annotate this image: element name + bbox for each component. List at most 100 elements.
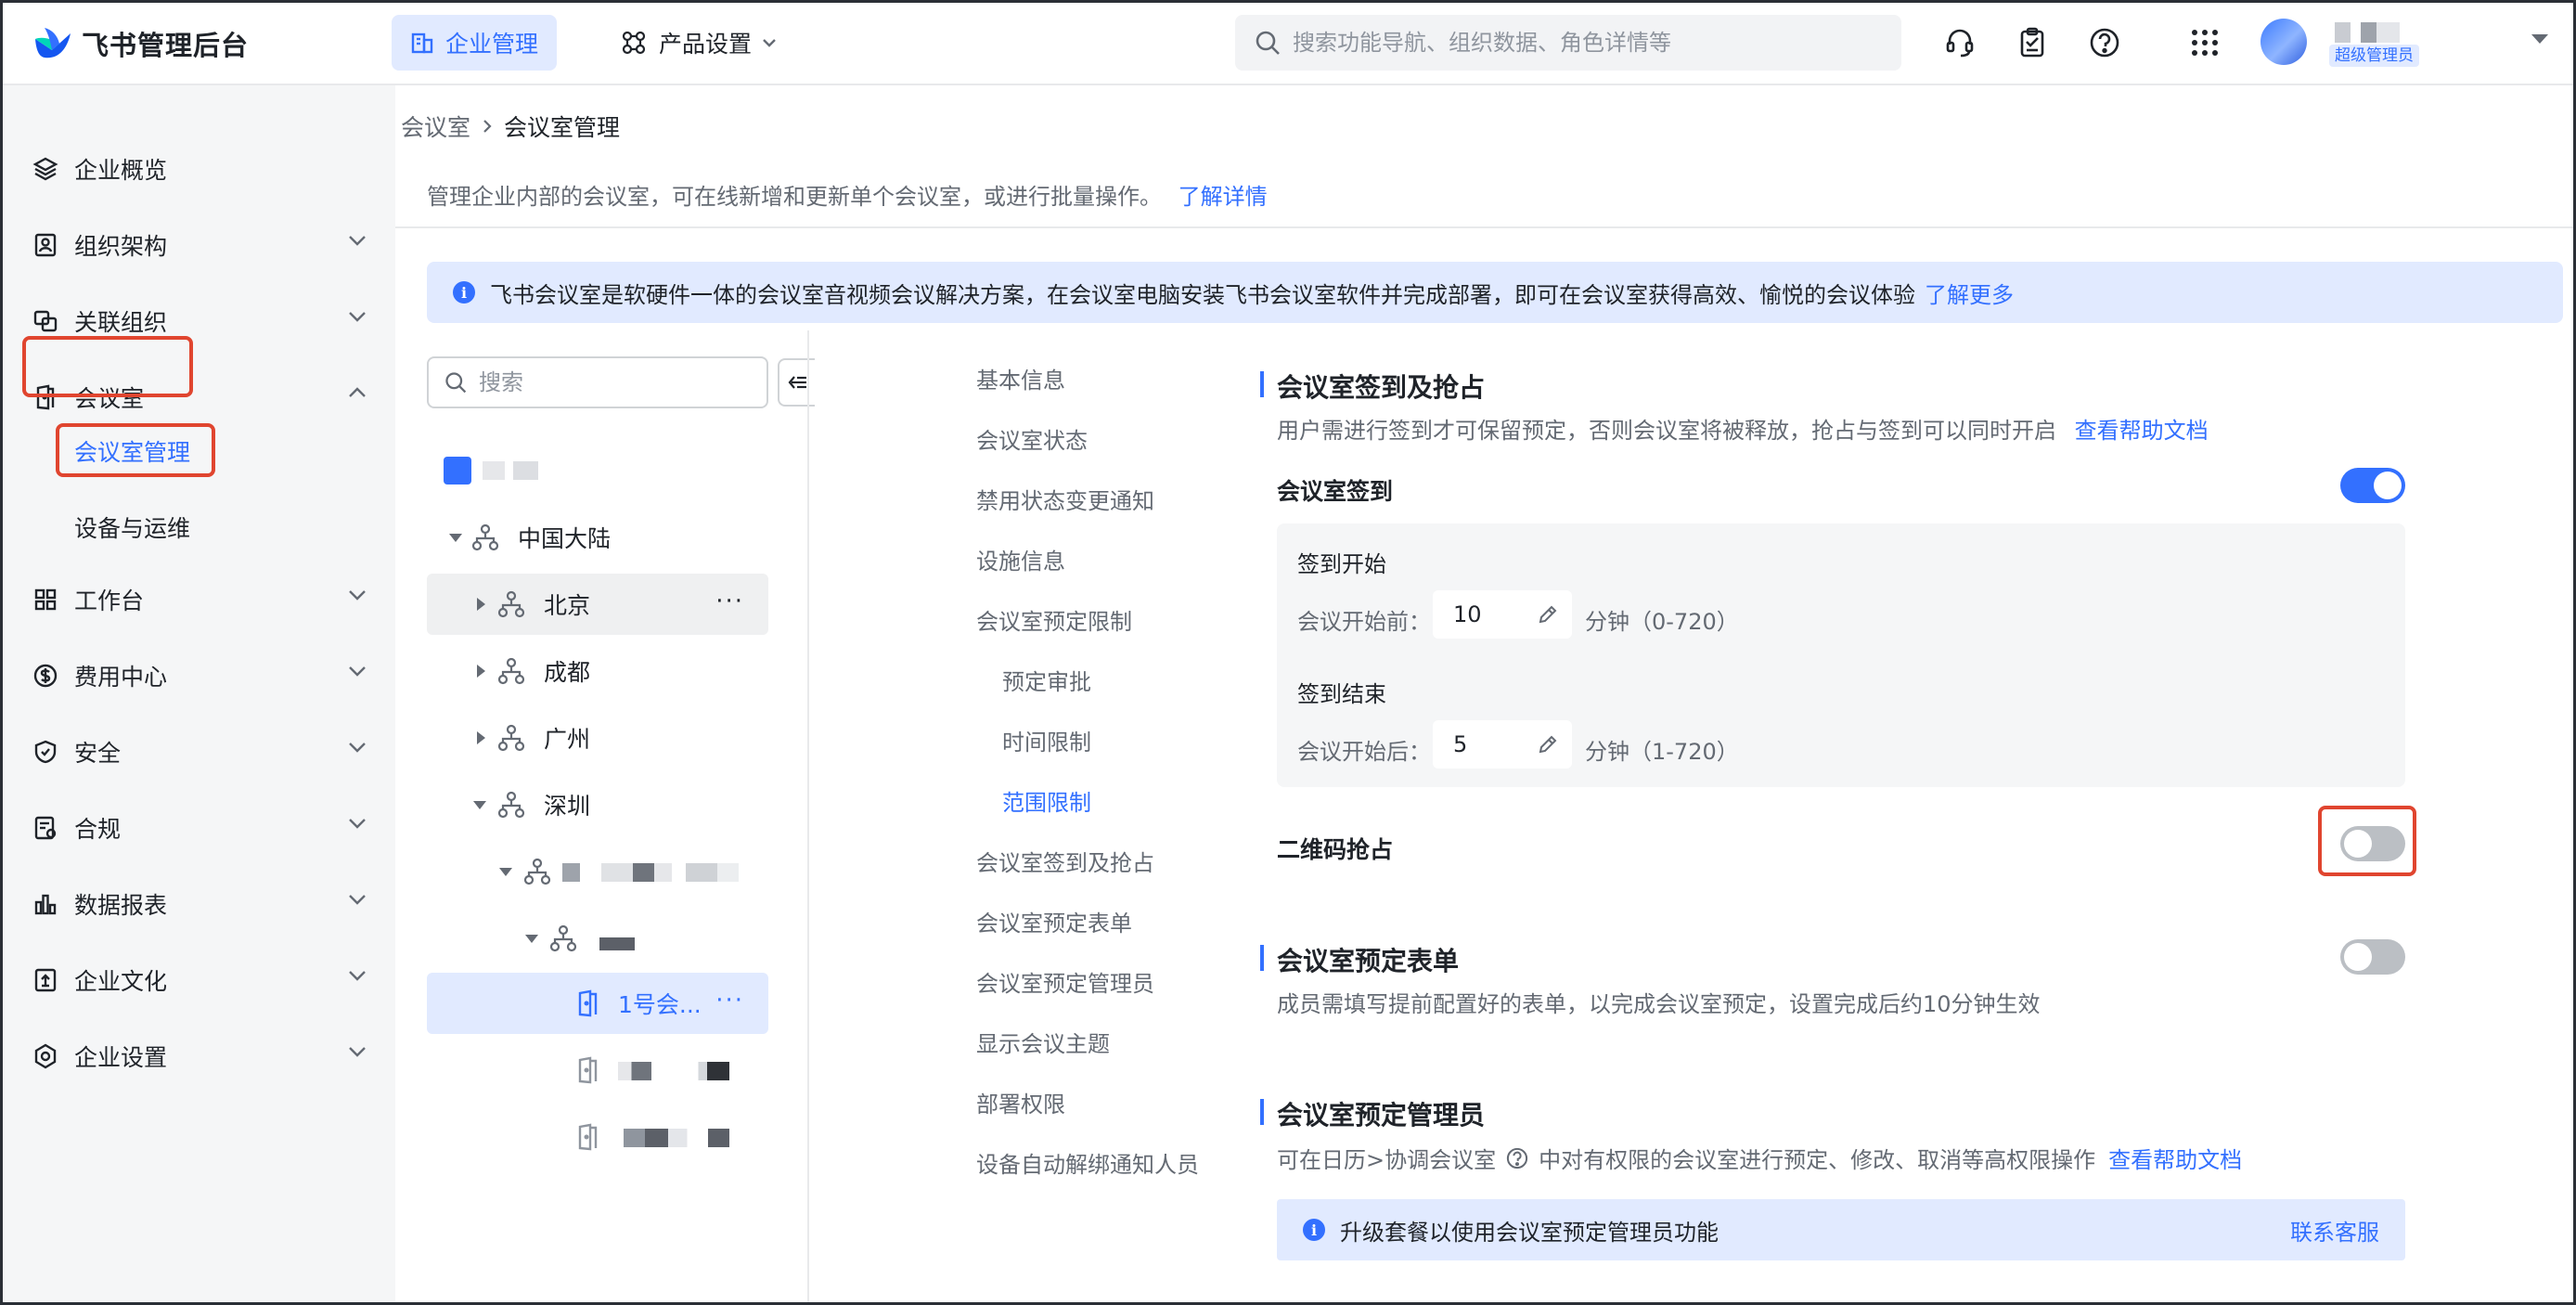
chevron-down-icon [349,666,366,677]
tree-node-redacted-building[interactable] [427,841,768,902]
caret-down-icon[interactable] [2530,32,2550,46]
sidebar-item-organization[interactable]: 组织架构 [28,219,367,271]
tree-node-china[interactable]: 中国大陆 [427,507,768,568]
apps-grid-icon[interactable] [2184,22,2225,63]
global-search[interactable] [1235,15,1901,71]
tab-product-settings[interactable]: 产品设置 [601,15,807,71]
checkin-end-unit: 分钟（1-720） [1585,739,1739,765]
headset-icon[interactable] [1939,22,1980,63]
help-doc-link[interactable]: 查看帮助文档 [2108,1142,2242,1174]
door-icon [578,1123,598,1151]
anchor-checkin[interactable]: 会议室签到及抢占 [976,845,1154,877]
tree-node-room-1[interactable]: 1号会... ··· [427,973,768,1034]
tree-node-room-redacted-2[interactable] [427,1106,768,1168]
anchor-time-limit[interactable]: 时间限制 [1002,724,1091,756]
anchor-booking-limits[interactable]: 会议室预定限制 [976,603,1132,636]
sidebar-item-label: 工作台 [74,588,145,614]
door-icon [578,1056,598,1084]
anchor-basic-info[interactable]: 基本信息 [976,362,1065,394]
learn-more-link[interactable]: 了解更多 [1925,277,2014,309]
tree-node-guangzhou[interactable]: 广州 [427,707,768,769]
settings-icon [32,1042,59,1070]
sidebar-item-compliance[interactable]: 合规 [28,802,367,854]
booking-form-toggle[interactable] [2340,939,2405,975]
sidebar-sub-devices[interactable]: 设备与运维 [74,510,190,544]
sidebar-item-label: 企业概览 [74,157,168,184]
tree-node-label: 成都 [544,659,591,686]
help-icon[interactable] [2084,22,2125,63]
clipboard-icon[interactable] [2012,22,2053,63]
tree-root-org[interactable] [427,440,768,501]
sidebar-item-billing[interactable]: 费用中心 [28,650,367,702]
culture-icon [32,966,59,994]
expand-caret-icon [525,935,538,943]
anchor-show-topic[interactable]: 显示会议主题 [976,1026,1110,1058]
grid-icon [32,586,59,614]
desc-text: 中对有权限的会议室进行预定、修改、取消等高权限操作 [1539,1147,2096,1173]
section-marker [1260,1099,1264,1125]
notice-text: 飞书会议室是软硬件一体的会议室音视频会议解决方案，在会议室电脑安装飞书会议室软件… [490,281,1915,308]
tree-node-chengdu[interactable]: 成都 [427,640,768,702]
section-title-checkin: 会议室签到及抢占 [1277,372,1486,403]
tab-enterprise-management[interactable]: 企业管理 [392,15,558,71]
checkin-end-input[interactable]: 5 [1433,720,1572,769]
tree-node-beijing[interactable]: 北京 ··· [427,574,768,635]
sidebar-item-overview[interactable]: 企业概览 [28,143,367,195]
tree-search-box[interactable] [427,356,768,408]
top-bar: 飞书管理后台 企业管理 产品设置 超级管理员 [0,0,2576,85]
anchor-scope-limit[interactable]: 范围限制 [1002,784,1091,817]
tree-node-label: 广州 [544,726,591,753]
learn-details-link[interactable]: 了解详情 [1179,184,1268,210]
anchor-room-status[interactable]: 会议室状态 [976,422,1088,455]
collapse-icon [788,376,806,389]
more-actions-button[interactable]: ··· [715,988,744,1013]
section-marker [1260,945,1264,971]
checkin-toggle[interactable] [2340,468,2405,503]
search-icon [1256,31,1280,55]
sidebar-item-label: 组织架构 [74,233,168,260]
sidebar-item-reports[interactable]: 数据报表 [28,878,367,930]
help-icon[interactable] [1505,1146,1529,1170]
sidebar-item-workbench[interactable]: 工作台 [28,574,367,626]
qr-occupy-label: 二维码抢占 [1277,836,1394,863]
collapse-caret-icon [477,598,485,611]
collapse-panel-button[interactable] [778,358,815,407]
sidebar-item-label: 企业文化 [74,968,168,995]
sidebar-item-security[interactable]: 安全 [28,726,367,778]
tree-node-label: 深圳 [544,793,591,820]
description-text: 管理企业内部的会议室，可在线新增和更新单个会议室，或进行批量操作。 [427,184,1162,210]
section-desc-checkin: 用户需进行签到才可保留预定，否则会议室将被释放，抢占与签到可以同时开启 查看帮助… [1277,412,2209,445]
info-icon: i [1303,1219,1325,1241]
desc-text: 用户需进行签到才可保留预定，否则会议室将被释放，抢占与签到可以同时开启 [1277,418,2056,444]
search-input[interactable] [1293,30,1868,56]
user-avatar[interactable] [2260,19,2307,65]
anchor-approval[interactable]: 预定审批 [1002,664,1091,696]
checkin-start-input[interactable]: 10 [1433,590,1572,639]
tree-node-shenzhen[interactable]: 深圳 [427,774,768,835]
tree-search-input[interactable] [479,369,757,395]
anchor-booking-form[interactable]: 会议室预定表单 [976,905,1132,937]
sidebar-item-settings[interactable]: 企业设置 [28,1030,367,1082]
redacted-text [562,863,739,882]
highlight-box-room-management [56,423,215,477]
anchor-deploy-permission[interactable]: 部署权限 [976,1086,1065,1118]
highlight-box-meeting-room [22,336,193,397]
tree-node-room-redacted-1[interactable] [427,1040,768,1101]
anchor-unbind-notify[interactable]: 设备自动解绑通知人员 [976,1146,1199,1179]
sidebar-item-culture[interactable]: 企业文化 [28,954,367,1006]
page-description: 管理企业内部的会议室，可在线新增和更新单个会议室，或进行批量操作。 了解详情 [427,178,1268,211]
more-actions-button[interactable]: ··· [715,589,744,614]
help-doc-link[interactable]: 查看帮助文档 [2075,418,2209,444]
anchor-facilities[interactable]: 设施信息 [976,543,1065,575]
anchor-disable-notice[interactable]: 禁用状态变更通知 [976,483,1154,515]
org-tree-icon [471,523,499,551]
sidebar: 企业概览 组织架构 关联组织 会议室 会议室管理 设备与运维 工作台 费用中心 … [0,85,395,1305]
section-title-booking-form: 会议室预定表单 [1277,946,1460,976]
anchor-booking-admin[interactable]: 会议室预定管理员 [976,965,1154,998]
breadcrumb-parent[interactable]: 会议室 [401,110,470,143]
desc-text: 可在日历>协调会议室 [1277,1147,1497,1173]
contact-support-link[interactable]: 联系客服 [2290,1214,2379,1247]
shield-icon [32,738,59,766]
section-title-booking-admin: 会议室预定管理员 [1277,1100,1486,1131]
tree-node-redacted-floor[interactable] [427,908,768,969]
